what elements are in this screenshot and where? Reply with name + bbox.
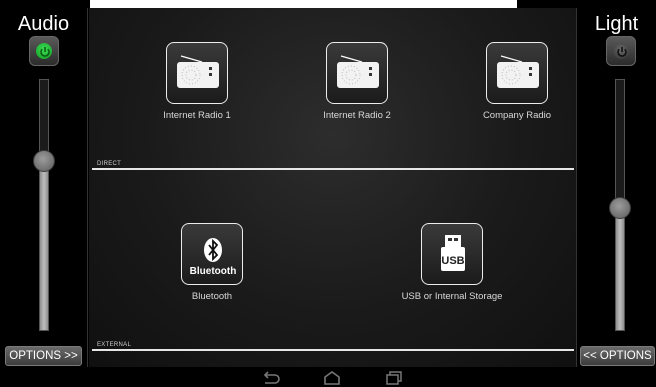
light-level-fill [616, 207, 624, 330]
top-bar [0, 0, 656, 8]
external-section-label: EXTERNAL [97, 342, 132, 348]
source-selection-area: Internet Radio 1 Internet Radio 2 Compan… [89, 8, 576, 367]
source-bluetooth[interactable]: Bluetooth Bluetooth [137, 223, 287, 302]
light-title: Light [594, 13, 639, 35]
source-internet-radio-2[interactable]: Internet Radio 2 [282, 42, 432, 121]
home-icon[interactable] [323, 371, 341, 385]
audio-volume-fill [40, 160, 48, 330]
audio-power-button[interactable] [29, 36, 59, 66]
audio-title: Audio [17, 13, 70, 35]
radio-icon [486, 42, 548, 104]
external-section-divider [92, 349, 574, 351]
source-label: Internet Radio 2 [323, 110, 391, 121]
bluetooth-logo-text: Bluetooth [190, 266, 237, 277]
source-label: Bluetooth [191, 291, 233, 302]
direct-section-label: DIRECT [97, 161, 122, 167]
source-internet-radio-1[interactable]: Internet Radio 1 [122, 42, 272, 121]
radio-icon [326, 42, 388, 104]
light-options-button[interactable]: << OPTIONS [580, 346, 655, 366]
audio-options-button[interactable]: OPTIONS >> [5, 346, 82, 366]
bluetooth-icon: Bluetooth [181, 223, 243, 285]
usb-logo-text: USB [441, 255, 464, 267]
radio-icon [166, 42, 228, 104]
usb-icon: USB [421, 223, 483, 285]
recents-icon[interactable] [385, 371, 403, 385]
power-symbol-icon [617, 47, 627, 57]
direct-section-divider [92, 168, 574, 170]
system-nav-bar [0, 367, 656, 387]
source-usb[interactable]: USB USB or Internal Storage [377, 223, 527, 302]
audio-volume-slider[interactable] [39, 79, 49, 331]
source-company-radio[interactable]: Company Radio [442, 42, 592, 121]
light-power-button[interactable] [606, 36, 636, 66]
source-label: USB or Internal Storage [401, 291, 503, 302]
light-level-thumb[interactable] [609, 197, 631, 219]
audio-volume-thumb[interactable] [33, 150, 55, 172]
back-icon[interactable] [262, 371, 280, 385]
source-label: Company Radio [482, 110, 552, 121]
top-highlight-strip [90, 0, 517, 8]
power-symbol-icon [40, 47, 50, 57]
source-label: Internet Radio 1 [163, 110, 231, 121]
